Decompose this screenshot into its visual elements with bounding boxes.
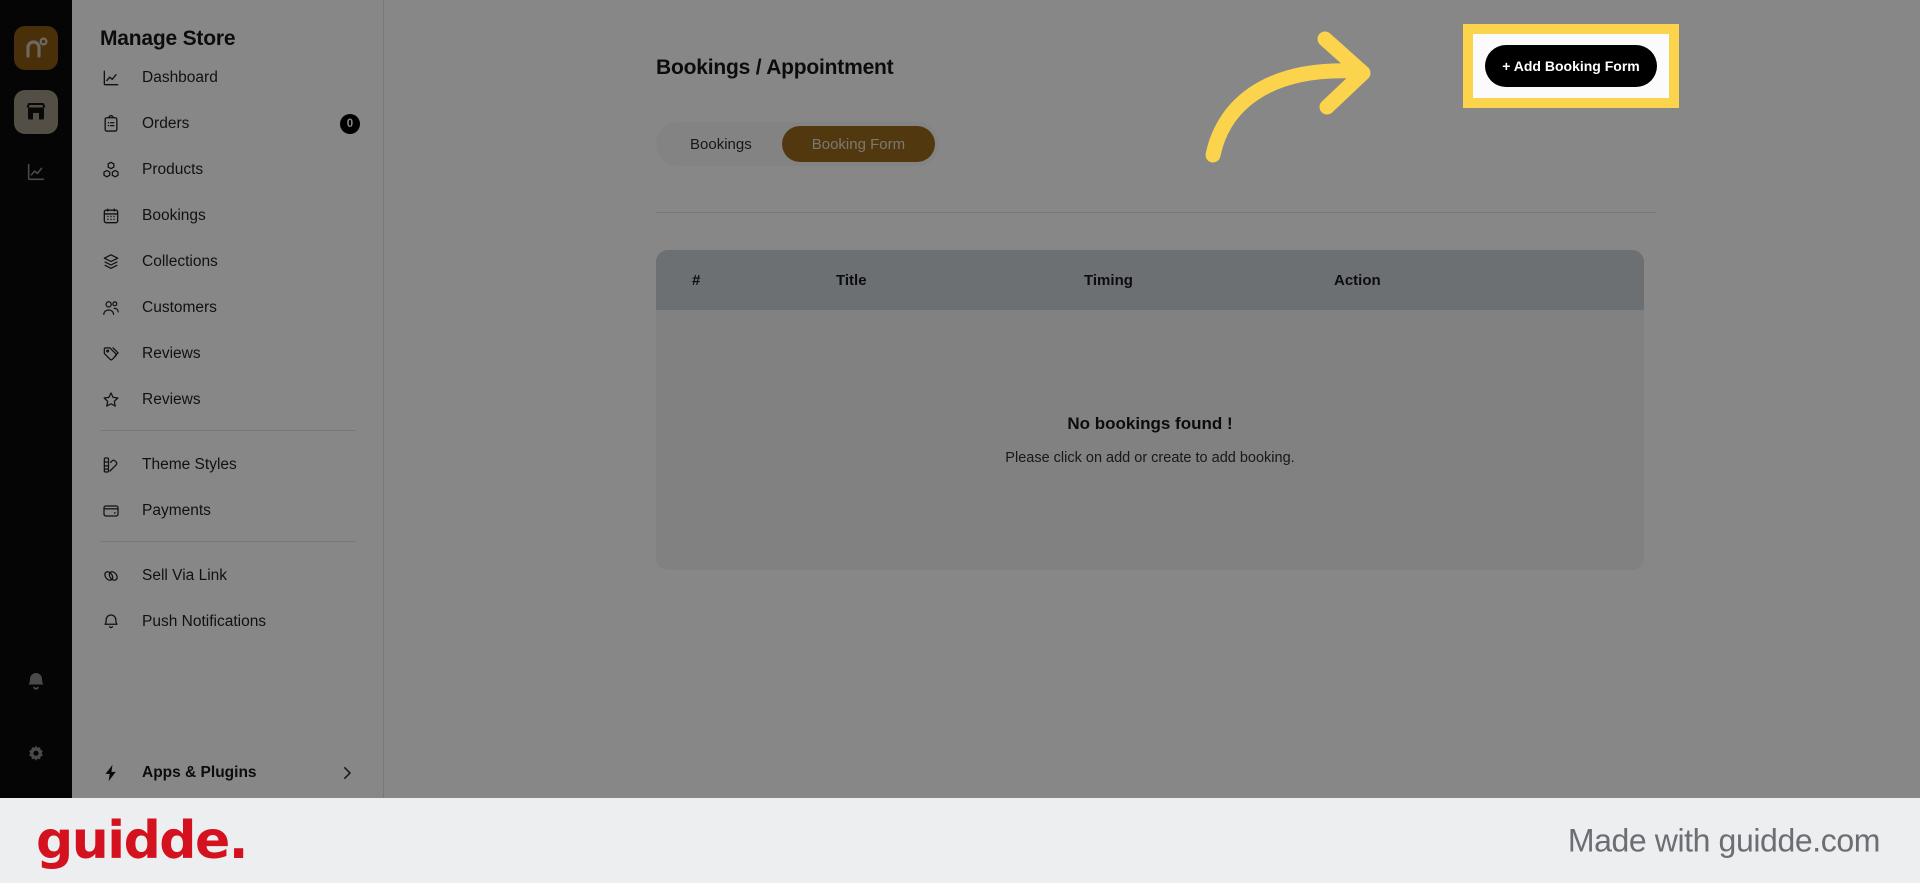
sidebar-item-theme-styles[interactable]: Theme Styles <box>92 449 364 481</box>
orders-count-badge: 0 <box>340 114 360 134</box>
sidebar-item-customers[interactable]: Customers <box>92 292 364 324</box>
sidebar-item-label: Dashboard <box>142 69 218 86</box>
sidebar-item-sell-via-link[interactable]: Sell Via Link <box>92 560 364 592</box>
sidebar-item-products[interactable]: Products <box>92 154 364 186</box>
view-tabs: Bookings Booking Form <box>656 122 940 166</box>
users-icon <box>100 297 122 319</box>
sidebar-item-label: Customers <box>142 299 217 316</box>
calendar-icon <box>100 205 122 227</box>
sidebar-item-label: Orders <box>142 115 190 132</box>
rail-item-settings[interactable] <box>14 733 58 777</box>
sidebar-item-discounts[interactable]: Reviews <box>92 338 364 370</box>
sidebar-divider-1 <box>100 430 356 431</box>
sidebar-item-label-reviews: Reviews <box>142 391 201 408</box>
sidebar-item-label: Push Notifications <box>142 613 267 630</box>
sidebar-nav: Dashboard Orders 0 Products Bookings Col… <box>72 62 384 652</box>
sidebar-item-label: Products <box>142 161 204 178</box>
column-header-timing: Timing <box>1084 271 1133 289</box>
sidebar-item-collections[interactable]: Collections <box>92 246 364 278</box>
sidebar-item-payments[interactable]: Payments <box>92 495 364 527</box>
column-header-index: # <box>692 271 701 289</box>
palette-swatch-icon <box>100 454 122 476</box>
sidebar-item-reviews[interactable]: Reviews <box>92 384 364 416</box>
sidebar-divider-2 <box>100 541 356 542</box>
star-icon <box>100 389 122 411</box>
page-title: Bookings / Appointment <box>656 56 894 79</box>
sidebar-item-label: Theme Styles <box>142 456 237 473</box>
main-content: Bookings / Appointment Bookings Booking … <box>384 0 1920 798</box>
table-header-row: # Title Timing Action <box>656 250 1644 310</box>
sidebar-title: Manage Store <box>100 27 236 50</box>
nuvemshop-n-logo-icon[interactable] <box>14 26 58 70</box>
clipboard-list-icon <box>100 113 122 135</box>
sidebar-item-orders[interactable]: Orders 0 <box>92 108 364 140</box>
boxes-cubes-icon <box>100 159 122 181</box>
add-booking-form-highlight: + Add Booking Form <box>1463 24 1679 108</box>
app-screen: Manage Store Dashboard Orders 0 Products… <box>0 0 1920 798</box>
guidde-footer: guidde. Made with guidde.com <box>0 798 1920 883</box>
chevron-right-icon <box>338 764 356 782</box>
tab-bookings[interactable]: Bookings <box>660 126 782 162</box>
rail-item-notifications[interactable] <box>14 660 58 704</box>
sidebar-item-label: Payments <box>142 502 211 519</box>
made-with-guidde-text: Made with guidde.com <box>1567 822 1881 858</box>
wallet-icon <box>100 500 122 522</box>
empty-state-subtitle: Please click on add or create to add boo… <box>1005 450 1295 466</box>
lightning-bolt-icon <box>100 762 122 784</box>
apps-plugins-label: Apps & Plugins <box>142 764 257 781</box>
sidebar-item-label: Sell Via Link <box>142 567 228 584</box>
sidebar-item-label: Bookings <box>142 207 206 224</box>
empty-state: No bookings found ! Please click on add … <box>656 310 1644 570</box>
screenshot-root: Manage Store Dashboard Orders 0 Products… <box>0 0 1920 883</box>
link-chain-icon <box>100 565 122 587</box>
sidebar-item-bookings[interactable]: Bookings <box>92 200 364 232</box>
tag-discount-icon <box>100 343 122 365</box>
sidebar-item-apps-plugins[interactable]: Apps & Plugins <box>72 762 384 784</box>
bookings-table: # Title Timing Action No bookings found … <box>656 250 1644 570</box>
column-header-action: Action <box>1334 271 1381 289</box>
tab-booking-form[interactable]: Booking Form <box>781 126 936 162</box>
sidebar: Manage Store Dashboard Orders 0 Products… <box>72 0 384 798</box>
add-booking-form-button[interactable]: + Add Booking Form <box>1485 45 1657 87</box>
rail-item-store[interactable] <box>14 90 58 134</box>
layers-icon <box>100 251 122 273</box>
section-divider <box>656 212 1656 213</box>
column-header-title: Title <box>836 271 867 289</box>
rail-item-analytics[interactable] <box>14 150 58 194</box>
icon-rail <box>0 0 72 798</box>
chart-line-icon <box>100 67 122 89</box>
sidebar-item-label: Collections <box>142 253 218 270</box>
sidebar-item-label: Reviews <box>142 345 201 362</box>
empty-state-title: No bookings found ! <box>1067 414 1233 433</box>
bell-outline-icon <box>100 611 122 633</box>
sidebar-item-push-notifications[interactable]: Push Notifications <box>92 606 364 638</box>
guidde-logo: guidde. <box>36 810 249 871</box>
sidebar-item-dashboard[interactable]: Dashboard <box>92 62 364 94</box>
